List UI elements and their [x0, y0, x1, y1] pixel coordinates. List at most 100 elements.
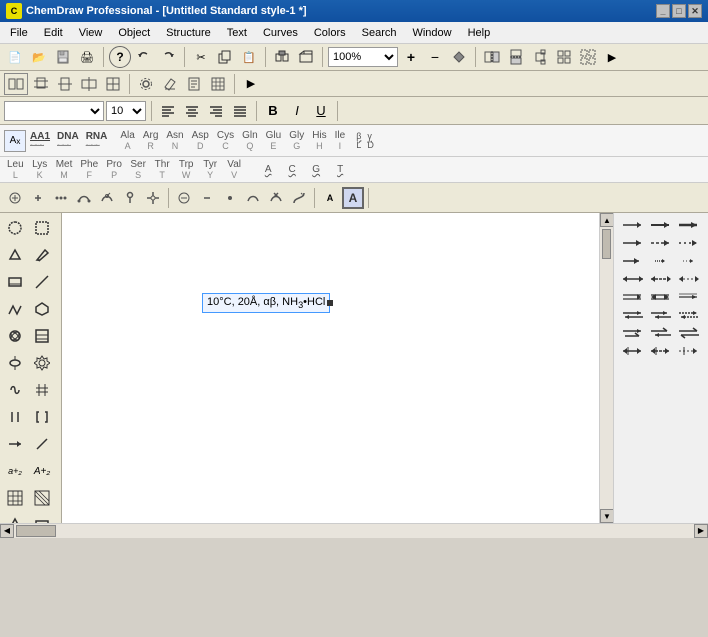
- scroll-down-button[interactable]: ▼: [600, 509, 614, 523]
- arrow-eq-1[interactable]: [620, 307, 646, 323]
- arrow-1[interactable]: [620, 217, 646, 233]
- close-button[interactable]: ✕: [688, 4, 702, 18]
- triangle-tool[interactable]: [2, 512, 28, 523]
- pattern-tool[interactable]: [29, 485, 55, 511]
- orb2-tool[interactable]: [2, 377, 28, 403]
- dna-btn[interactable]: DNA ~~~: [57, 131, 79, 151]
- group-button[interactable]: [577, 46, 599, 68]
- arrow-cross-2[interactable]: [648, 343, 674, 359]
- menu-file[interactable]: File: [2, 22, 36, 43]
- struct-btn4[interactable]: [78, 73, 100, 95]
- arrow-small-2[interactable]: [676, 253, 702, 269]
- aa-asp[interactable]: AspD: [189, 130, 212, 151]
- align-button[interactable]: [553, 46, 575, 68]
- nucleotide-G[interactable]: G: [305, 163, 327, 176]
- menu-object[interactable]: Object: [110, 22, 158, 43]
- diagonal-tool[interactable]: [29, 431, 55, 457]
- zoom-select[interactable]: 100% 50% 75% 150% 200%: [328, 47, 398, 67]
- aa-phe[interactable]: PheF: [77, 158, 101, 182]
- menu-window[interactable]: Window: [404, 22, 459, 43]
- canvas-area[interactable]: 10°C, 20Å, αβ, NH3•HCl: [62, 213, 599, 523]
- nucleotide-C[interactable]: C: [281, 163, 303, 176]
- menu-curves[interactable]: Curves: [255, 22, 306, 43]
- aa-gln[interactable]: GlnQ: [239, 130, 261, 151]
- aa-trp[interactable]: TrpW: [175, 158, 197, 182]
- gear-btn[interactable]: [135, 73, 157, 95]
- menu-view[interactable]: View: [71, 22, 111, 43]
- aa-ile[interactable]: IleI: [332, 130, 349, 151]
- grid-tool[interactable]: [2, 485, 28, 511]
- arrow-half-3[interactable]: [676, 325, 702, 341]
- eraser-tool[interactable]: [2, 269, 28, 295]
- node-select-btn[interactable]: [96, 187, 118, 209]
- arrow-cross-3[interactable]: [676, 343, 702, 359]
- zoom-in-button[interactable]: +: [400, 46, 422, 68]
- atom-tool[interactable]: [2, 323, 28, 349]
- doc-btn[interactable]: [183, 73, 205, 95]
- print-button[interactable]: 🖨: [76, 46, 98, 68]
- chain-tool[interactable]: [2, 296, 28, 322]
- struct-btn3[interactable]: [54, 73, 76, 95]
- arrow-3[interactable]: [676, 217, 702, 233]
- minimize-button[interactable]: _: [656, 4, 670, 18]
- aa-lys[interactable]: LysK: [29, 158, 51, 182]
- arrow-half-2[interactable]: [648, 325, 674, 341]
- bracket2-tool[interactable]: [29, 404, 55, 430]
- rotate-button[interactable]: [529, 46, 551, 68]
- save-button[interactable]: [52, 46, 74, 68]
- aa-arg[interactable]: ArgR: [140, 130, 162, 151]
- curve-up-btn[interactable]: [242, 187, 264, 209]
- ring-tool[interactable]: [29, 296, 55, 322]
- resize-handle[interactable]: [327, 300, 333, 306]
- arrow-cross-1[interactable]: [620, 343, 646, 359]
- aa-thr[interactable]: ThrT: [151, 158, 173, 182]
- more-btn2[interactable]: ▶: [240, 73, 262, 95]
- h-scroll-track[interactable]: [14, 524, 694, 538]
- pencil-tool[interactable]: [29, 242, 55, 268]
- add-nodes-btn[interactable]: [50, 187, 72, 209]
- scroll-up-button[interactable]: ▲: [600, 213, 614, 227]
- arrow-eq-3[interactable]: [676, 307, 702, 323]
- aa-his[interactable]: HisH: [309, 130, 329, 151]
- menu-help[interactable]: Help: [460, 22, 499, 43]
- crosshair-btn[interactable]: [142, 187, 164, 209]
- flip-h-button[interactable]: [481, 46, 503, 68]
- struct-cleanup-button[interactable]: [271, 46, 293, 68]
- new-button[interactable]: 📄: [4, 46, 26, 68]
- sprocket-tool[interactable]: [29, 350, 55, 376]
- maximize-button[interactable]: □: [672, 4, 686, 18]
- arrow-eq-2[interactable]: [648, 307, 674, 323]
- menu-text[interactable]: Text: [219, 22, 255, 43]
- menu-colors[interactable]: Colors: [306, 22, 354, 43]
- add-node-btn[interactable]: [4, 187, 26, 209]
- scroll-left-button[interactable]: ◀: [0, 524, 14, 538]
- struct-btn5[interactable]: [102, 73, 124, 95]
- underline-button[interactable]: U: [310, 100, 332, 122]
- text-aa-big[interactable]: A+₂: [29, 458, 55, 484]
- struct-btn2[interactable]: [30, 73, 52, 95]
- menu-search[interactable]: Search: [354, 22, 405, 43]
- menu-edit[interactable]: Edit: [36, 22, 71, 43]
- help-button[interactable]: ?: [109, 46, 131, 68]
- table-tool[interactable]: [29, 323, 55, 349]
- copy-button[interactable]: [214, 46, 236, 68]
- lasso-tool[interactable]: [2, 215, 28, 241]
- rect-select-tool[interactable]: [29, 215, 55, 241]
- chem-font-btn[interactable]: Ax: [4, 130, 26, 152]
- align-left-button[interactable]: [157, 100, 179, 122]
- align-right-button[interactable]: [205, 100, 227, 122]
- menu-structure[interactable]: Structure: [158, 22, 219, 43]
- window-controls[interactable]: _ □ ✕: [656, 4, 702, 18]
- arrow-double-3[interactable]: [676, 289, 702, 305]
- aa-ala[interactable]: AlaA: [117, 130, 137, 151]
- scroll-right-button[interactable]: ▶: [694, 524, 708, 538]
- undo-button[interactable]: [133, 46, 155, 68]
- aa-asn[interactable]: AsnN: [163, 130, 186, 151]
- arrow-tool[interactable]: [2, 431, 28, 457]
- nucleotide-A[interactable]: A: [257, 163, 279, 176]
- flip-v-button[interactable]: [505, 46, 527, 68]
- text-element[interactable]: 10°C, 20Å, αβ, NH3•HCl: [202, 293, 330, 313]
- aa1-btn[interactable]: AA1 ~~~: [30, 131, 50, 151]
- 3d-button[interactable]: [295, 46, 317, 68]
- scroll-thumb[interactable]: [602, 229, 611, 259]
